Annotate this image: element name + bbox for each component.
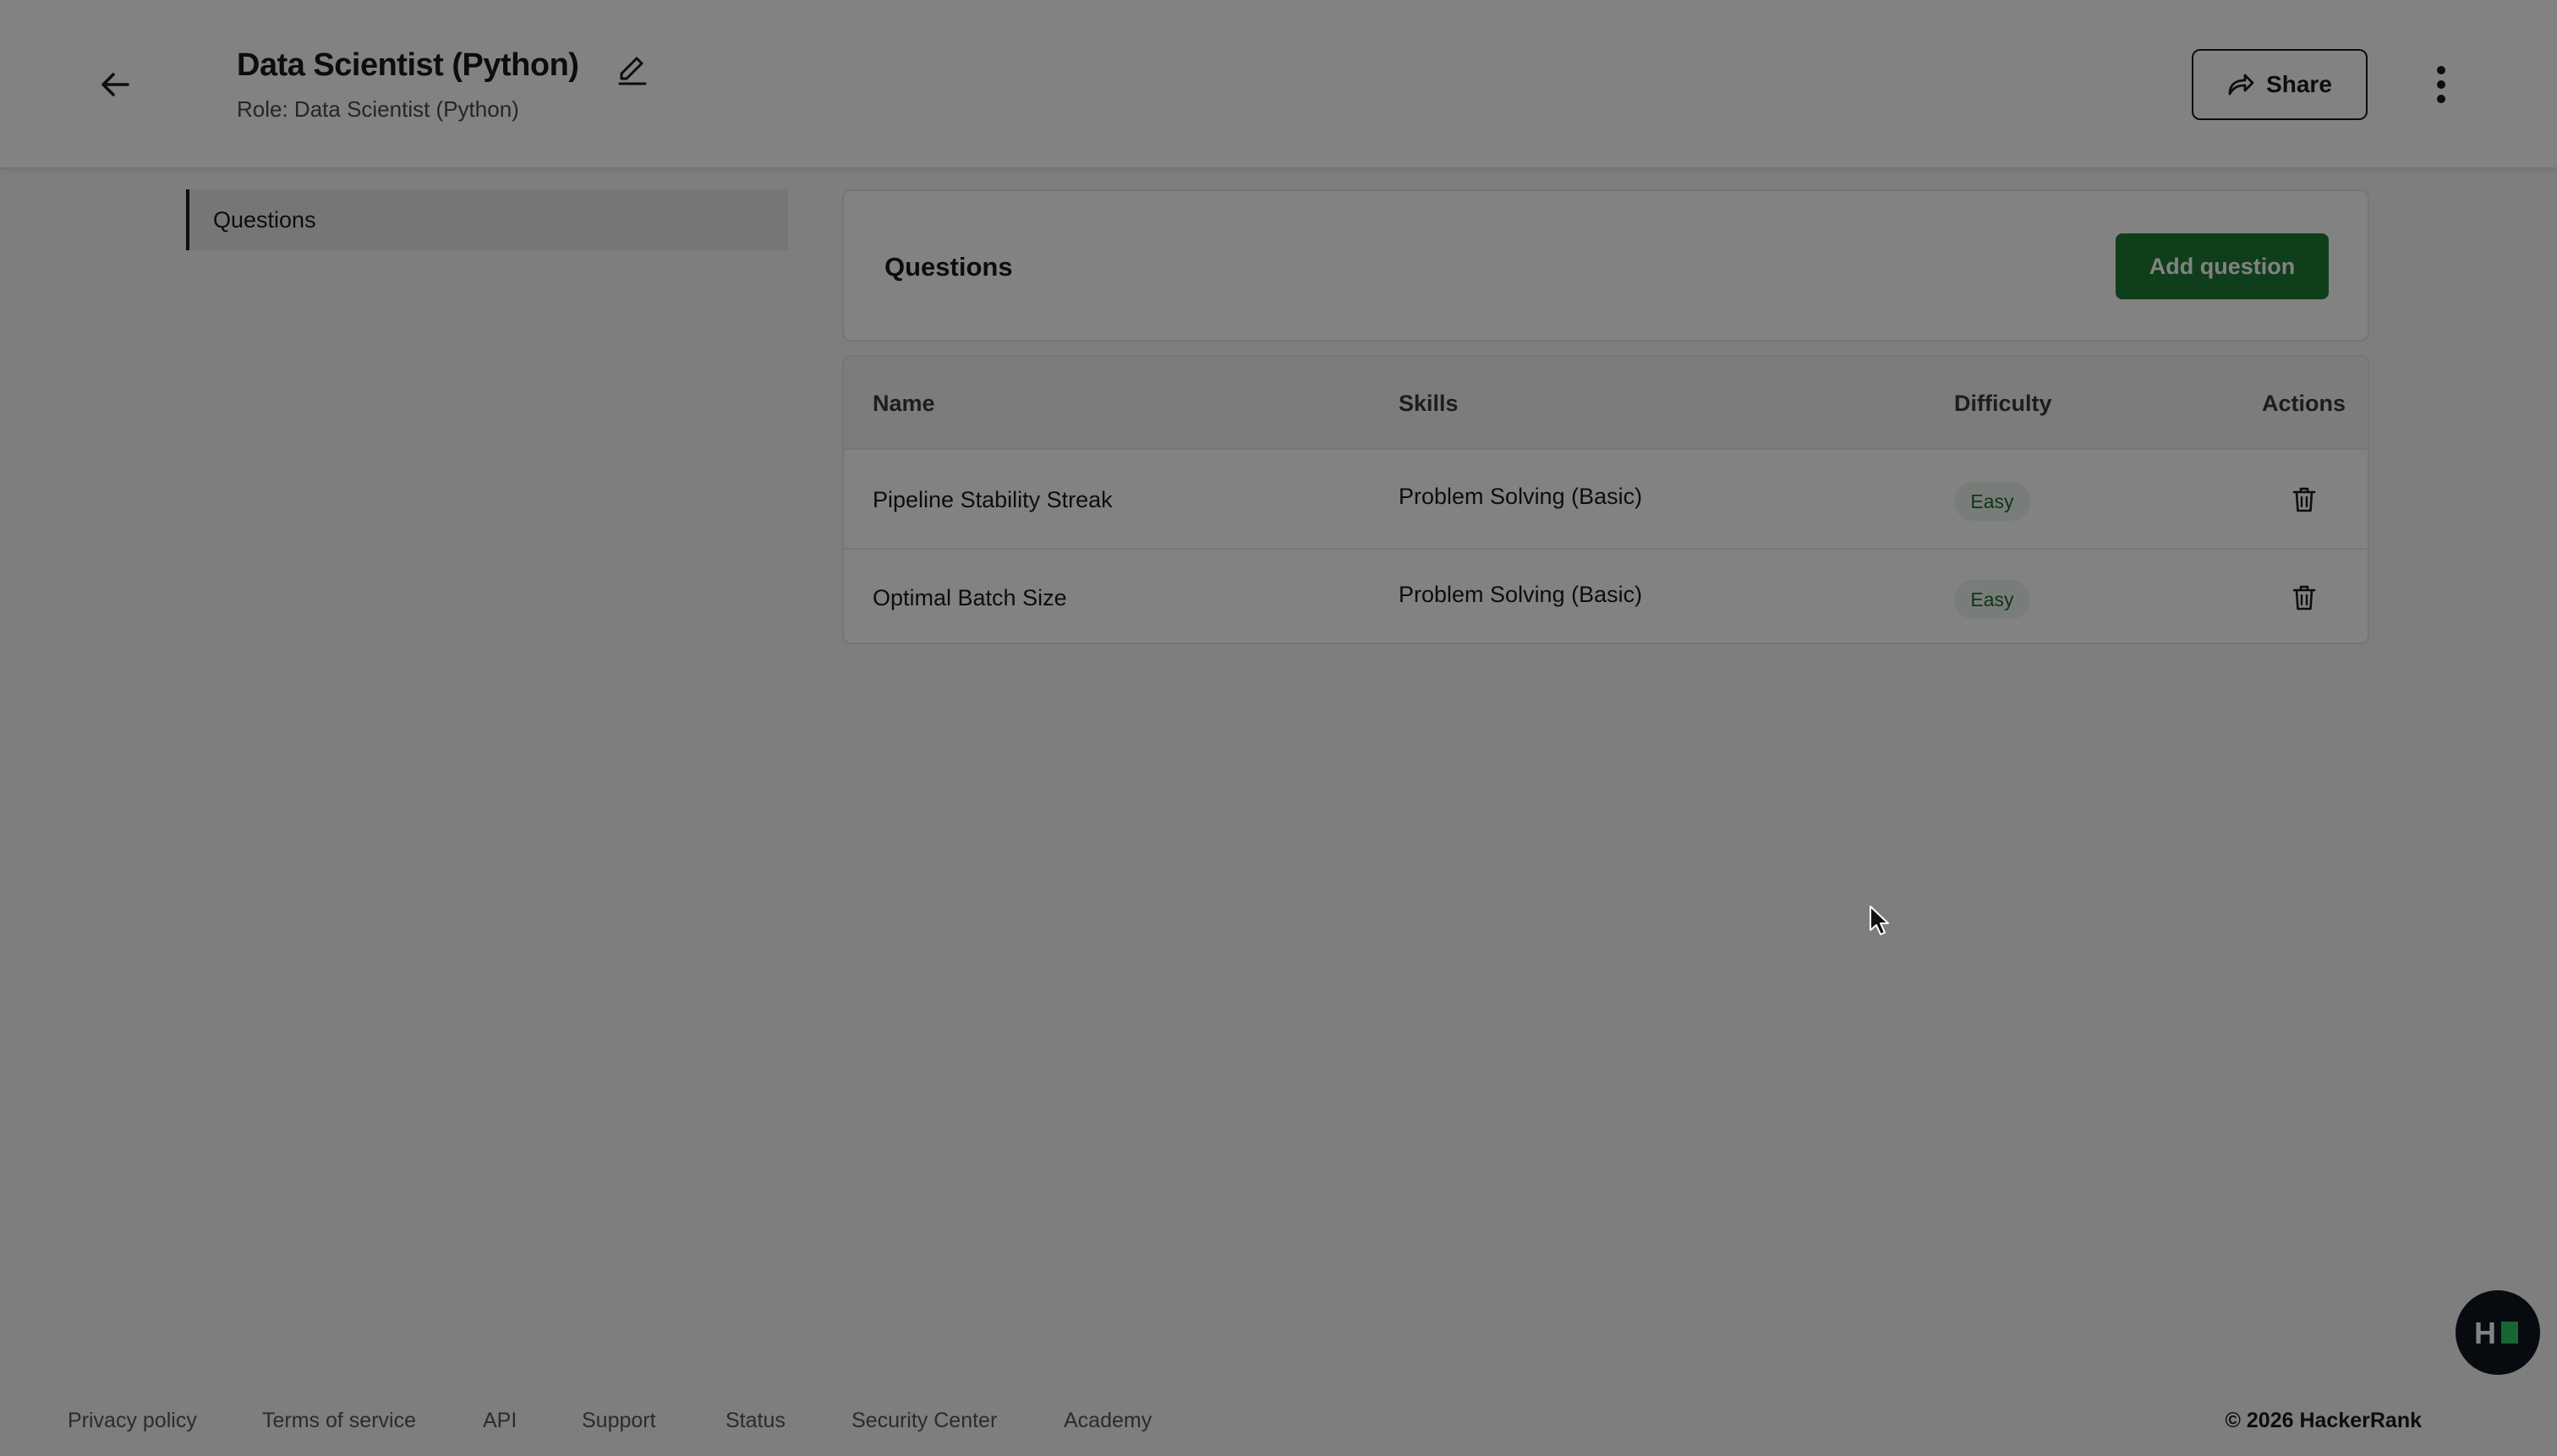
hackerrank-logo-icon: H <box>2474 1318 2518 1347</box>
question-name[interactable]: Optimal Batch Size <box>873 585 1067 611</box>
table-row[interactable]: Pipeline Stability Streak Problem Solvin… <box>844 452 2368 550</box>
top-header: Data Scientist (Python) Role: Data Scien… <box>0 0 2557 169</box>
role-subtitle: Role: Data Scientist (Python) <box>237 96 519 122</box>
page-title: Data Scientist (Python) <box>237 47 579 83</box>
table-row[interactable]: Optimal Batch Size Problem Solving (Basi… <box>844 550 2368 643</box>
edit-title-button[interactable] <box>611 47 654 91</box>
footer-copyright: © 2026 HackerRank <box>2225 1409 2422 1432</box>
delete-question-button[interactable] <box>2283 479 2325 521</box>
back-button[interactable] <box>88 61 142 108</box>
footer-link-status[interactable]: Status <box>725 1409 786 1433</box>
footer-link-support[interactable]: Support <box>582 1409 656 1433</box>
questions-header-card: Questions Add question <box>842 189 2369 342</box>
column-header-name: Name <box>873 391 935 416</box>
delete-question-button[interactable] <box>2283 577 2325 619</box>
footer-link-security-center[interactable]: Security Center <box>851 1409 997 1433</box>
column-header-skills: Skills <box>1399 391 1459 416</box>
footer-link-privacy[interactable]: Privacy policy <box>68 1409 197 1433</box>
trash-icon <box>2292 585 2316 610</box>
kebab-menu-icon <box>2437 66 2445 103</box>
add-question-button[interactable]: Add question <box>2116 233 2329 299</box>
pencil-icon <box>618 57 647 85</box>
question-skills: Problem Solving (Basic) <box>1399 484 1643 509</box>
app-root: Data Scientist (Python) Role: Data Scien… <box>0 0 2557 1456</box>
footer-link-academy[interactable]: Academy <box>1064 1409 1152 1433</box>
column-header-actions: Actions <box>2262 391 2346 416</box>
questions-table: Name Skills Difficulty Actions Pipeline … <box>842 355 2369 644</box>
more-options-button[interactable] <box>2420 56 2462 113</box>
question-name[interactable]: Pipeline Stability Streak <box>873 487 1113 513</box>
svg-text:H: H <box>2474 1318 2496 1347</box>
difficulty-badge: Easy <box>1954 580 2030 619</box>
sidebar-item-questions[interactable]: Questions <box>186 189 788 250</box>
arrow-left-icon <box>101 73 129 96</box>
mouse-cursor-icon <box>1870 906 1889 935</box>
footer-link-api[interactable]: API <box>483 1409 517 1433</box>
help-chat-button[interactable]: H <box>2456 1290 2540 1375</box>
trash-icon <box>2292 487 2316 512</box>
question-skills: Problem Solving (Basic) <box>1399 582 1643 607</box>
sidebar-item-label: Questions <box>213 206 316 233</box>
page-footer: Privacy policy Terms of service API Supp… <box>0 1397 2557 1448</box>
share-label: Share <box>2266 71 2332 97</box>
column-header-difficulty: Difficulty <box>1954 391 2052 416</box>
questions-title: Questions <box>884 252 1013 282</box>
difficulty-badge: Easy <box>1954 482 2030 521</box>
share-button[interactable]: Share <box>2192 49 2368 120</box>
share-arrow-icon <box>2228 74 2254 96</box>
footer-link-terms[interactable]: Terms of service <box>262 1409 416 1433</box>
table-header-row: Name Skills Difficulty Actions <box>844 357 2368 450</box>
